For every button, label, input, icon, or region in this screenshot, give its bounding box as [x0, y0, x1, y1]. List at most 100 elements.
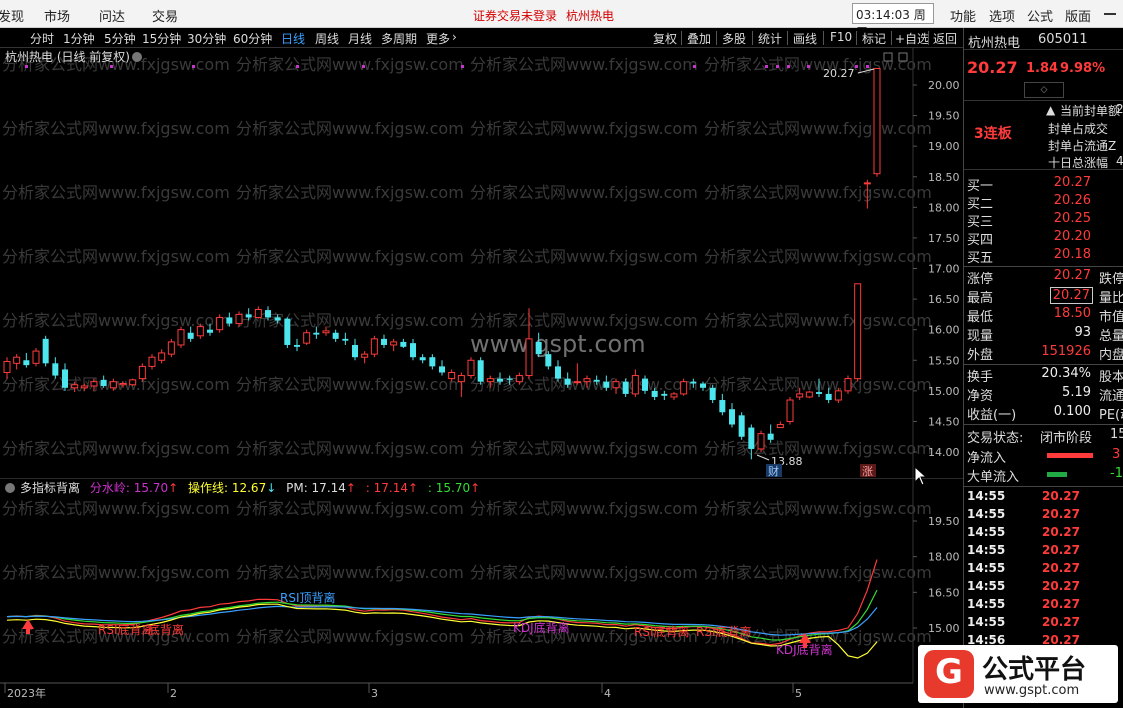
indicator-settings-icon[interactable]: [5, 483, 15, 493]
marker-dot: [192, 65, 195, 68]
period-5min[interactable]: 5分钟: [104, 30, 136, 47]
stat-label: 收益(一): [967, 408, 1017, 423]
pm-label: PM: [286, 481, 304, 495]
period-multi[interactable]: 多周期: [381, 30, 417, 47]
tool-statistics[interactable]: 统计: [758, 30, 782, 47]
menu-market[interactable]: 市场: [44, 6, 70, 25]
candle-body: [158, 352, 166, 361]
seal-vs-turnover-label: 封单占成交: [1048, 122, 1109, 136]
tool-adjust[interactable]: 复权: [653, 30, 677, 47]
period-daily[interactable]: 日线: [281, 30, 305, 47]
tick-time: 14:55: [967, 579, 1006, 593]
candle-body: [429, 357, 436, 367]
stat-row: 现量 93 总量: [964, 325, 1123, 344]
marker-dot: [461, 65, 464, 68]
period-more[interactable]: 更多: [426, 30, 450, 47]
period-15min[interactable]: 15分钟: [142, 30, 181, 47]
tick-price: 20.27: [1042, 525, 1080, 539]
candle-body: [719, 400, 726, 413]
period-30min[interactable]: 30分钟: [187, 30, 226, 47]
tick-price: 20.27: [1042, 489, 1080, 503]
big-inflow-label: 大单流入: [967, 470, 1020, 485]
watermark-text: 分析家公式网www.fxjgsw.com: [470, 375, 698, 394]
menu-wenda[interactable]: 问达: [99, 6, 125, 25]
minimize-icon[interactable]: [1104, 13, 1116, 15]
divider: [823, 31, 824, 45]
tick-row: 14:55 20.27: [964, 597, 1123, 615]
tool-back[interactable]: 返回: [933, 30, 957, 47]
candle-body: [439, 366, 445, 373]
menu-trade[interactable]: 交易: [152, 6, 178, 25]
candle-body: [631, 375, 639, 395]
menu-formula[interactable]: 公式: [1027, 6, 1053, 25]
watermark-text: 分析家公式网www.fxjgsw.com: [470, 439, 698, 458]
kline-chart[interactable]: 分析家公式网www.fxjgsw.com 分析家公式网www.fxjgsw.co…: [0, 48, 963, 478]
divider: [964, 266, 1123, 267]
period-weekly[interactable]: 周线: [315, 30, 339, 47]
stat-row: 换手 20.34% 股本: [964, 366, 1123, 385]
logo-icon: G: [924, 650, 974, 698]
candle-body: [3, 360, 11, 373]
candle-body: [729, 409, 735, 425]
x-tick-label: 4: [604, 687, 611, 700]
period-tick[interactable]: 分时: [30, 30, 54, 47]
tool-draw-line[interactable]: 画线: [793, 30, 817, 47]
tool-f10[interactable]: F10: [830, 30, 852, 44]
candle-body: [196, 326, 204, 337]
candle-body: [680, 381, 688, 395]
candle-body: [497, 378, 503, 382]
period-60min[interactable]: 60分钟: [233, 30, 272, 47]
tick-row: 14:55 20.27: [964, 561, 1123, 579]
tool-mark[interactable]: 标记: [862, 30, 886, 47]
marker-dot: [776, 65, 779, 68]
chevron-right-icon[interactable]: ›: [452, 30, 457, 44]
candle-body: [42, 338, 49, 364]
tick-row: 14:55 20.27: [964, 579, 1123, 597]
limit-up-badge-text: 涨: [862, 465, 873, 478]
menu-function[interactable]: 功能: [950, 6, 976, 25]
divider: [964, 486, 1123, 487]
trade-status-suffix: 15: [1110, 427, 1123, 442]
indicator-chart[interactable]: 分析家公式网www.fxjgsw.com 分析家公式网www.fxjgsw.co…: [0, 478, 963, 708]
stat-value: 20.34%: [1041, 366, 1091, 381]
candle-body: [825, 393, 832, 401]
stat-row: 收益(一) 0.100 PE(动: [964, 404, 1123, 423]
stat-right-label: 股本: [1099, 370, 1123, 385]
stock-header: 杭州热电 605011: [964, 28, 1123, 51]
tick-row: 14:55 20.27: [964, 489, 1123, 507]
x-tick-label: 3: [371, 687, 378, 700]
candle-body: [603, 381, 610, 388]
watermark-text: 分析家公式网www.fxjgsw.com: [236, 247, 464, 266]
tick-time: 14:55: [967, 507, 1006, 521]
candle-body: [477, 360, 484, 382]
stock-code: 605011: [1038, 32, 1088, 47]
tool-overlay[interactable]: 叠加: [687, 30, 711, 47]
value-2: 15.70: [436, 481, 470, 495]
watermark-text: 分析家公式网www.fxjgsw.com: [470, 183, 698, 202]
login-notice[interactable]: 证券交易未登录: [473, 7, 557, 24]
watermark-text: 分析家公式网www.fxjgsw.com: [704, 119, 932, 138]
period-1min[interactable]: 1分钟: [63, 30, 95, 47]
big-inflow-value: -1: [1110, 466, 1123, 481]
period-monthly[interactable]: 月线: [348, 30, 372, 47]
menu-discover[interactable]: 发现: [0, 6, 24, 25]
divider: [964, 424, 1123, 425]
candle-body: [352, 344, 358, 358]
chart-settings-icon[interactable]: [132, 52, 142, 62]
menu-options[interactable]: 选项: [989, 6, 1015, 25]
tool-add-favorite[interactable]: +自选: [895, 30, 929, 47]
marker-dot: [110, 65, 113, 68]
menu-layout[interactable]: 版面: [1065, 6, 1091, 25]
tick-price: 20.27: [1042, 543, 1080, 557]
x-tick-label: 5: [795, 687, 802, 700]
price-change-pct: 9.98%: [1060, 61, 1106, 76]
collapse-button[interactable]: ◇: [1024, 82, 1064, 98]
candle-body: [612, 381, 620, 389]
logo-title: 公式平台: [982, 655, 1087, 685]
tool-multi-stock[interactable]: 多股: [722, 30, 746, 47]
center-watermark: www.gspt.com: [470, 330, 646, 358]
candle-body: [322, 330, 330, 334]
seal-amount-label: 当前封单额: [1060, 104, 1121, 118]
brand-logo: G 公式平台 www.gspt.com: [918, 645, 1118, 703]
candle-body: [62, 369, 68, 388]
